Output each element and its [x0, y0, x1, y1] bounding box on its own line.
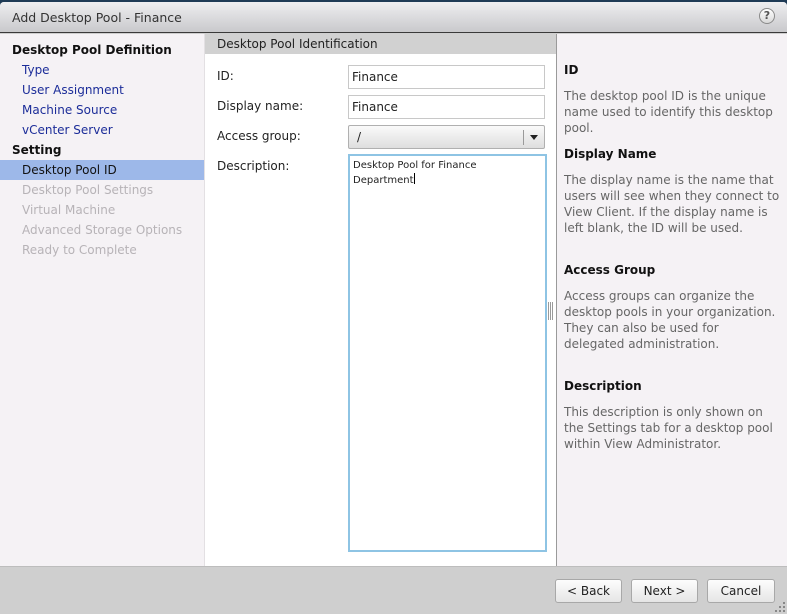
help-title-access-group: Access Group — [564, 263, 656, 277]
description-line-2-wrap: Department — [353, 173, 542, 188]
help-text-description: This description is only shown on the Se… — [564, 405, 773, 451]
help-title-description: Description — [564, 379, 642, 393]
help-text-access-group: Access groups can organize the desktop p… — [564, 289, 776, 351]
nav-section-setting: Setting — [12, 143, 62, 157]
help-question-icon[interactable]: ? — [759, 8, 775, 24]
access-group-value: / — [357, 130, 362, 144]
cancel-button[interactable]: Cancel — [707, 579, 775, 603]
nav-item-desktop-pool-id[interactable]: Desktop Pool ID — [0, 160, 204, 180]
id-input[interactable]: Finance — [348, 65, 545, 89]
select-divider — [523, 130, 524, 145]
wizard-steps-nav: Desktop Pool Definition Type User Assign… — [0, 34, 205, 566]
splitter-handle[interactable] — [548, 302, 554, 320]
description-line-1: Desktop Pool for Finance — [353, 160, 477, 171]
nav-item-vcenter-server[interactable]: vCenter Server — [0, 120, 204, 140]
resize-grip-icon[interactable] — [775, 602, 785, 612]
chevron-down-icon[interactable] — [530, 135, 538, 140]
display-name-input[interactable]: Finance — [348, 95, 545, 119]
text-caret — [413, 173, 415, 184]
title-bar[interactable]: Add Desktop Pool - Finance ? — [0, 2, 787, 33]
nav-item-machine-source[interactable]: Machine Source — [0, 100, 204, 120]
help-text-id: The desktop pool ID is the unique name u… — [564, 89, 773, 135]
nav-item-ready-to-complete: Ready to Complete — [22, 243, 137, 257]
id-label: ID: — [217, 69, 234, 83]
nav-item-virtual-machine: Virtual Machine — [22, 203, 116, 217]
add-desktop-pool-dialog: Add Desktop Pool - Finance ? Desktop Poo… — [0, 2, 787, 614]
nav-item-desktop-pool-settings: Desktop Pool Settings — [22, 183, 154, 197]
display-name-label: Display name: — [217, 99, 304, 113]
dialog-footer: < Back Next > Cancel — [0, 566, 787, 614]
desktop-pool-identification-form: Desktop Pool Identification ID: Finance … — [205, 34, 556, 566]
nav-item-user-assignment[interactable]: User Assignment — [0, 80, 204, 100]
access-group-label: Access group: — [217, 129, 301, 143]
help-title-id: ID — [564, 63, 579, 77]
access-group-select[interactable]: / — [348, 125, 545, 149]
nav-section-desktop-pool-definition: Desktop Pool Definition — [12, 43, 172, 57]
description-line-2: Department — [353, 175, 414, 186]
nav-item-advanced-storage-options: Advanced Storage Options — [22, 223, 183, 237]
description-textarea[interactable]: Desktop Pool for Finance Department — [348, 154, 547, 552]
nav-item-type[interactable]: Type — [0, 60, 204, 80]
help-text-display-name: The display name is the name that users … — [564, 173, 780, 235]
back-button[interactable]: < Back — [555, 579, 622, 603]
next-button[interactable]: Next > — [631, 579, 698, 603]
help-panel: ID The desktop pool ID is the unique nam… — [556, 34, 787, 566]
help-title-display-name: Display Name — [564, 147, 657, 161]
section-header: Desktop Pool Identification — [205, 34, 556, 54]
dialog-title: Add Desktop Pool - Finance — [12, 10, 182, 25]
description-label: Description: — [217, 159, 290, 173]
